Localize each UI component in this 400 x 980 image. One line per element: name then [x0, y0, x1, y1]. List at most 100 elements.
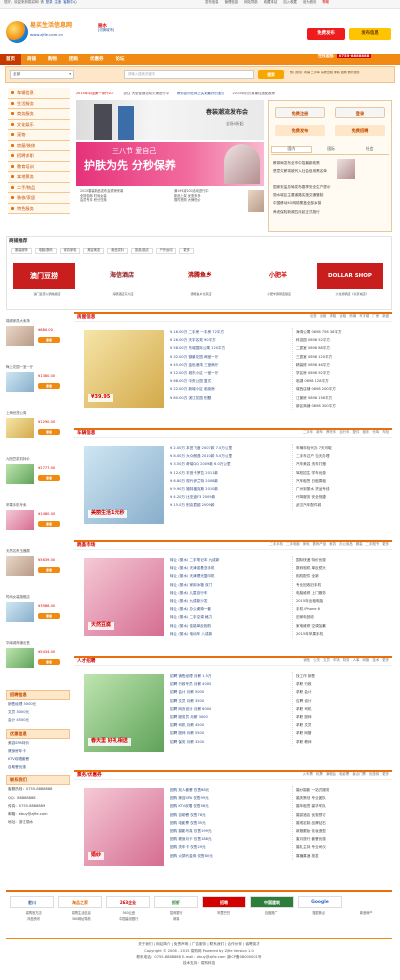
partner-logo[interactable]: 淘品之家 [58, 896, 102, 908]
partner-link[interactable]: 凤凰资讯 [10, 917, 58, 922]
free-post-button[interactable]: 免费发布 [307, 28, 345, 40]
section-tab[interactable]: 写字楼 [359, 314, 369, 318]
free-post-button[interactable]: 免费发布 [275, 125, 325, 136]
sidebar-item-jobs[interactable]: 招聘求职 [8, 151, 70, 162]
list-item[interactable]: 科技园 0898 52平方 [296, 336, 392, 344]
section-tab[interactable]: 文员 [323, 658, 330, 662]
partner-logo[interactable]: 中国建筑 [250, 896, 294, 908]
register-link[interactable]: 注册 [55, 0, 62, 5]
list-item[interactable]: ¥ 12.00万 城东小区 一室一厅 [170, 369, 286, 377]
list-item[interactable]: 转让 (丽水) 九成新沙发 [170, 597, 286, 605]
list-item[interactable]: 求职 行政 [296, 680, 392, 688]
tab-international[interactable]: 国际 [312, 146, 351, 151]
section-tab[interactable]: 更多 [382, 772, 389, 776]
news-item[interactable]: 教你如何在网上买到最好的宝贝 [177, 92, 224, 96]
section-tab[interactable]: 人事 [353, 658, 360, 662]
partner-link[interactable]: 阿里巴巴 [200, 911, 248, 916]
list-item[interactable]: 团购 双人套餐 仅售68元 [170, 786, 286, 794]
view-button[interactable]: 查看 [38, 475, 60, 481]
banner-bullet[interactable]: 会员专享 积分兑换 [80, 199, 170, 203]
list-item[interactable]: 婚戒定制 品牌钻石 [296, 819, 392, 827]
list-item[interactable]: ¥ 16.00万 二手房 一手房 72平方 [170, 328, 286, 336]
section-tab[interactable]: 家具 [329, 542, 336, 546]
shop-tab[interactable]: 食品饮料 [107, 248, 128, 254]
list-item[interactable]: 团购 健身月卡 仅售188元 [170, 835, 286, 843]
list-item[interactable]: 团购 洗车卡 仅售29元 [170, 843, 286, 851]
partner-link[interactable]: 网易 [153, 917, 201, 922]
sidebar-item-vehicles[interactable]: 车辆信息 [8, 88, 70, 99]
section-image[interactable]: 婚纱 [84, 788, 164, 866]
search-input[interactable]: 请输入搜索关键字 [124, 70, 254, 79]
view-button[interactable]: 查看 [38, 659, 60, 665]
list-item[interactable]: 家电维修 空调加氟 [296, 622, 392, 630]
list-item[interactable]: 文员 3000元 [8, 708, 70, 716]
section-image[interactable]: 春天里 好礼相送 [84, 674, 164, 752]
list-item[interactable]: 转让 (丽水) 儿童自行车 [170, 589, 286, 597]
list-item[interactable]: 招聘 会计 月薪 5000 [170, 688, 286, 696]
sidebar-item-life[interactable]: 生活服务 [8, 98, 70, 109]
left-shop-card[interactable]: 华南城商铺出售 ¥5434.00 查看 [6, 641, 70, 688]
partner-logo[interactable]: 招聘 [202, 896, 246, 908]
section-tab[interactable]: 电影票 [339, 772, 349, 776]
list-item[interactable]: 婚宴酒店 优惠预订 [296, 811, 392, 819]
shop-logo[interactable]: DOLLAR SHOP [317, 263, 383, 289]
section-tab[interactable]: 更多 [382, 658, 389, 662]
section-tab[interactable]: 火车票 [303, 772, 313, 776]
nav-home[interactable]: 首页 [0, 54, 21, 65]
section-image[interactable]: 天然豆腐 [84, 558, 164, 636]
shop-logo[interactable]: 海信酒店 [91, 263, 153, 289]
top-link[interactable]: 收藏本站 [264, 0, 278, 5]
list-item[interactable]: 新区商铺 0898 300平方 [296, 402, 392, 410]
top-link[interactable]: 发布信息 [205, 0, 219, 5]
partner-logo[interactable]: 宏川 [10, 896, 54, 908]
section-tab[interactable]: 销售 [303, 658, 310, 662]
list-item[interactable]: 健身房年卡 [8, 747, 70, 755]
partner-link[interactable]: 易购官方店 [10, 911, 58, 916]
partner-link[interactable]: 360云盘 [105, 911, 153, 916]
list-item[interactable]: 汽车美容 洗车打蜡 [296, 460, 392, 468]
sidebar-item-special[interactable]: 特色服务 [8, 203, 70, 214]
section-tab[interactable]: 求租 [330, 314, 337, 318]
section-tab[interactable]: 出租 [320, 314, 327, 318]
section-tab[interactable]: 技术 [372, 658, 379, 662]
list-item[interactable]: 会计 4500元 [8, 716, 70, 724]
list-item[interactable]: 求职 教师 [296, 738, 392, 746]
list-item[interactable]: 数码相机 单反镜头 [296, 564, 392, 572]
service-link[interactable]: 客服中心 [63, 0, 77, 5]
list-item[interactable]: 手机 iPhone 6 [296, 605, 392, 613]
view-button[interactable]: 查看 [38, 613, 60, 619]
shop-tab[interactable]: 更多 [179, 248, 194, 254]
list-item[interactable]: ¥ 9.90万 福特福克斯 2010款 [170, 485, 286, 493]
register-button[interactable]: 免费注册 [275, 107, 325, 118]
news-item[interactable]: 2015年的元宵最佳搭配推荐 [233, 92, 276, 96]
nav-shops[interactable]: 商铺 [21, 54, 42, 65]
list-item[interactable]: 喜糖喜酒 批发 [296, 852, 392, 860]
fashion-banner[interactable]: 春装潮流发布会 全场5折起 [76, 100, 264, 140]
news-item[interactable]: 【热】大型促销活动火爆进行中 [122, 92, 169, 96]
list-item[interactable]: 团购 自助餐 仅售78元 [170, 811, 286, 819]
news-item[interactable]: 2015年中国第一带什么? [76, 92, 114, 96]
top-link[interactable]: 加入收藏 [283, 0, 297, 5]
list-item[interactable]: 求职 文员 [296, 721, 392, 729]
view-button[interactable]: 查看 [38, 521, 60, 527]
list-item[interactable]: 美容SPA特价 [8, 739, 70, 747]
list-item[interactable]: ¥ 4.20万 比亚迪F3 2009款 [170, 493, 286, 501]
section-tab[interactable]: 网管 [363, 658, 370, 662]
section-image[interactable]: ¥39.95 [84, 330, 164, 408]
list-item[interactable]: 求职 厨师 [296, 713, 392, 721]
sidebar-item-tickets[interactable]: 本地票务 [8, 172, 70, 183]
list-item[interactable]: 自助餐优惠 [8, 763, 70, 771]
list-item[interactable]: 婚车租赁 豪华车队 [296, 802, 392, 810]
shop-caption[interactable]: 澳门豆捞火锅旗舰店 [11, 292, 83, 296]
news-item[interactable]: 丽水城区主要道路实施交通管制 [273, 191, 389, 199]
left-shop-card[interactable]: 上海世茂公寓 ¥1290.00 查看 [6, 411, 70, 458]
shop-tab[interactable]: 户外运动 [155, 248, 177, 254]
section-tab[interactable]: 财务 [343, 658, 350, 662]
shop-logo[interactable]: 澳门豆捞 [13, 263, 75, 289]
list-item[interactable]: ¥ 58.00万 东城国际公寓 120平方 [170, 344, 286, 352]
list-item[interactable]: 团购 摄影写真 仅售199元 [170, 827, 286, 835]
sidebar-item-pets[interactable]: 宠物 [8, 130, 70, 141]
view-button[interactable]: 查看 [38, 429, 60, 435]
list-item[interactable]: 江景房 0898 156平方 [296, 394, 392, 402]
list-item[interactable]: 转让 (丽水) 佳能单反相机 [170, 622, 286, 630]
